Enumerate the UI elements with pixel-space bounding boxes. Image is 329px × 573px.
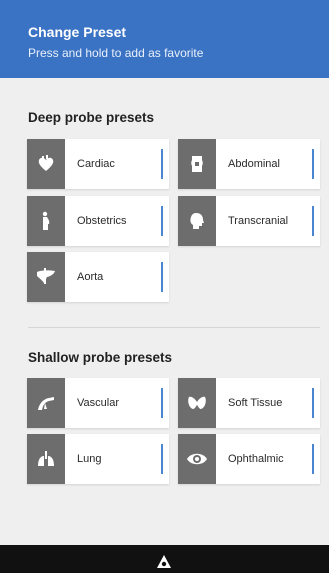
heart-icon <box>27 139 65 189</box>
lungs-icon <box>27 434 65 484</box>
bottom-navigation-bar <box>0 545 329 573</box>
accent-bar <box>161 262 163 292</box>
preset-label: Aorta <box>77 271 104 283</box>
accent-bar <box>161 206 163 236</box>
preset-label: Soft Tissue <box>228 397 283 409</box>
preset-vascular[interactable]: Vascular <box>27 378 169 428</box>
accent-bar <box>312 206 314 236</box>
head-icon <box>178 196 216 246</box>
section-divider <box>28 327 320 328</box>
preset-label: Abdominal <box>228 158 280 170</box>
thyroid-icon <box>178 378 216 428</box>
preset-label: Ophthalmic <box>228 453 284 465</box>
accent-bar <box>312 388 314 418</box>
abdomen-icon <box>178 139 216 189</box>
accent-bar <box>312 444 314 474</box>
preset-soft-tissue[interactable]: Soft Tissue <box>178 378 320 428</box>
accent-bar <box>161 444 163 474</box>
home-triangle-icon[interactable] <box>155 553 173 571</box>
preset-label: Transcranial <box>228 215 289 227</box>
eye-icon <box>178 434 216 484</box>
preset-label: Lung <box>77 453 102 465</box>
preset-aorta[interactable]: Aorta <box>27 252 169 302</box>
deep-section-title: Deep probe presets <box>28 110 155 125</box>
accent-bar <box>161 149 163 179</box>
preset-transcranial[interactable]: Transcranial <box>178 196 320 246</box>
preset-obstetrics[interactable]: Obstetrics <box>27 196 169 246</box>
preset-label: Cardiac <box>77 158 115 170</box>
preset-label: Obstetrics <box>77 215 127 227</box>
vessel-icon <box>27 378 65 428</box>
shallow-section-title: Shallow probe presets <box>28 350 173 365</box>
page-subtitle: Press and hold to add as favorite <box>28 46 204 60</box>
preset-label: Vascular <box>77 397 119 409</box>
preset-lung[interactable]: Lung <box>27 434 169 484</box>
accent-bar <box>161 388 163 418</box>
accent-bar <box>312 149 314 179</box>
header: Change Preset Press and hold to add as f… <box>0 0 329 78</box>
liver-icon <box>27 252 65 302</box>
preset-abdominal[interactable]: Abdominal <box>178 139 320 189</box>
preset-cardiac[interactable]: Cardiac <box>27 139 169 189</box>
page-title: Change Preset <box>28 24 127 40</box>
preset-ophthalmic[interactable]: Ophthalmic <box>178 434 320 484</box>
pregnant-icon <box>27 196 65 246</box>
